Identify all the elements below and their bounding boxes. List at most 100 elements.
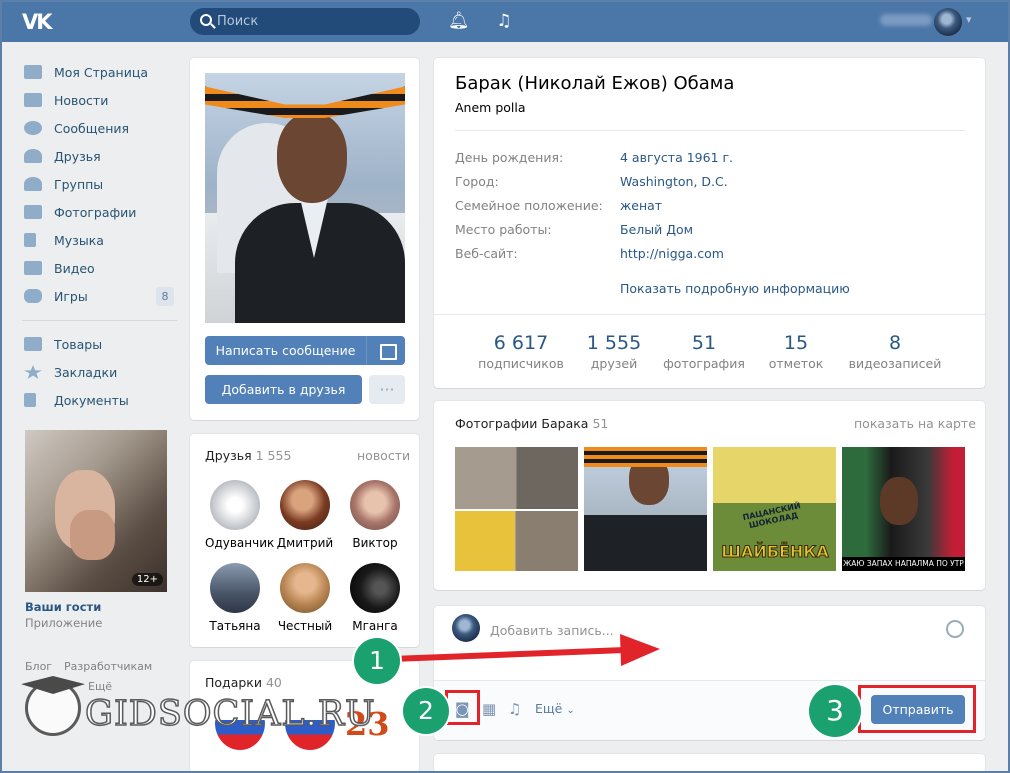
counter-label: отметок [768,356,824,371]
nav-item-label: Закладки [54,364,118,380]
step-callout-3: 3 [809,685,861,737]
nav-item-music[interactable]: Музыка [22,226,177,254]
friend-item[interactable]: Честный [275,563,335,633]
nav-item-label: Группы [54,176,104,192]
attach-more-link[interactable]: Ещё ⌄ [535,701,575,716]
info-value[interactable]: Washington, D.C. [620,174,728,189]
emoji-icon[interactable] [946,620,964,638]
gift-icon[interactable] [366,336,405,365]
footer-link-developers[interactable]: Разработчикам [64,660,152,673]
search-input[interactable] [217,8,412,35]
profile-name: Барак (Николай Ежов) Обама [455,73,735,94]
more-actions-button[interactable]: ··· [369,375,405,404]
photo-thumbnail[interactable]: ПАЦАНСКИЙ ШОКОЛАД ШАЙБЁНКА [713,447,836,571]
collage-cell [517,511,578,571]
footer-link-blog[interactable]: Блог [25,660,52,673]
nav-item-photos[interactable]: Фотографии [22,198,177,226]
avatar-head [277,113,347,203]
attach-more-label: Ещё [535,701,563,716]
nav-divider [22,320,177,321]
post-input[interactable] [490,620,910,640]
info-value[interactable]: женат [620,198,662,213]
nav-item-label: Документы [54,392,129,408]
nav-item-label: Видео [54,260,95,276]
nav-item-groups[interactable]: Группы [22,170,177,198]
counter-tags[interactable]: 15 отметок [741,332,851,371]
nav-item-label: Игры [54,288,88,304]
highlight-send [858,685,976,733]
search-box[interactable] [190,8,420,35]
nav-item-label: Товары [54,336,103,352]
photo-caption: ЖАЮ ЗАПАХ НАПАЛМА ПО УТР [842,557,965,571]
nav-item-games[interactable]: Игры 8 [22,282,177,310]
counter-value: 15 [783,332,809,354]
friend-avatar [350,563,400,613]
info-value[interactable]: Белый Дом [620,222,693,237]
bell-icon[interactable]: 🔔︎ [448,11,470,31]
nav-item-news[interactable]: Новости [22,86,177,114]
post-author-avatar[interactable] [452,614,480,642]
photo-thumbnail[interactable] [584,447,707,571]
highlight-camera [445,690,480,725]
info-value[interactable]: http://nigga.com [620,246,724,261]
gifts-title[interactable]: Подарки 40 [205,675,282,690]
guests-app-title[interactable]: Ваши гости [25,600,101,614]
friend-avatar [210,563,260,613]
profile-avatar[interactable] [205,73,405,323]
friend-item[interactable]: Виктор [345,480,405,550]
nav-item-label: Сообщения [54,120,130,136]
nav-item-label: Друзья [54,148,101,164]
nav-item-my-page[interactable]: Моя Страница [22,58,177,86]
photos-title[interactable]: Фотографии Барака 51 [455,416,608,431]
step-callout-1: 1 [354,638,400,684]
friend-name: Мганга [352,619,398,633]
divider [434,314,985,315]
nav-item-friends[interactable]: Друзья [22,142,177,170]
video-icon[interactable]: ▦ [482,700,496,718]
counter-videos[interactable]: 8 видеозаписей [840,332,950,371]
friends-title[interactable]: Друзья 1 555 [205,448,291,463]
step-callout-2: 2 [403,688,449,734]
wall-card [434,754,985,773]
friends-news-link[interactable]: новости [357,448,410,463]
age-badge: 12+ [131,573,163,586]
write-message-button[interactable]: Написать сообщение [205,336,366,365]
friend-item[interactable]: Мганга [345,563,405,633]
info-label: Семейное положение: [455,198,603,213]
search-icon [200,14,212,26]
profile-status[interactable]: Anem polla [455,100,526,115]
header-user-name[interactable] [880,14,932,26]
guest-hand [70,510,115,560]
info-label: Город: [455,174,499,189]
top-header: VK 🔔︎ ♫ ▾ [0,0,1010,42]
nav-item-messages[interactable]: Сообщения [22,114,177,142]
footer-link-more[interactable]: Ещё [88,680,112,693]
chevron-down-icon[interactable]: ▾ [966,13,972,26]
chevron-down-icon: ⌄ [566,705,575,716]
show-more-info-link[interactable]: Показать подробную информацию [620,281,850,296]
photo-thumbnail[interactable]: ЖАЮ ЗАПАХ НАПАЛМА ПО УТР [842,447,965,571]
friend-item[interactable]: Дмитрий [275,480,335,550]
friend-item[interactable]: Татьяна [205,563,265,633]
vk-logo[interactable]: VK [22,10,62,34]
photo-thumbnail[interactable] [455,447,578,571]
header-avatar[interactable] [934,8,962,36]
show-on-map-link[interactable]: показать на карте [854,416,976,431]
friend-name: Дмитрий [276,536,334,550]
info-value[interactable]: 4 августа 1961 г. [620,150,733,165]
friends-icon [24,149,42,163]
nav-item-bookmarks[interactable]: Закладки [22,358,177,386]
star-icon [24,365,42,379]
divider [455,130,965,131]
music-icon[interactable]: ♫ [508,700,521,718]
friend-name: Татьяна [209,619,261,633]
photo-book-text: ПАЦАНСКИЙ ШОКОЛАД [741,501,802,531]
nav-item-documents[interactable]: Документы [22,386,177,414]
friend-avatar [210,480,260,530]
guests-app-image[interactable]: 12+ [25,430,167,592]
music-icon[interactable]: ♫ [494,11,514,31]
add-friend-button[interactable]: Добавить в друзья [205,375,362,404]
friend-item[interactable]: Одуванчик [205,480,274,550]
nav-item-goods[interactable]: Товары [22,330,177,358]
nav-item-video[interactable]: Видео [22,254,177,282]
